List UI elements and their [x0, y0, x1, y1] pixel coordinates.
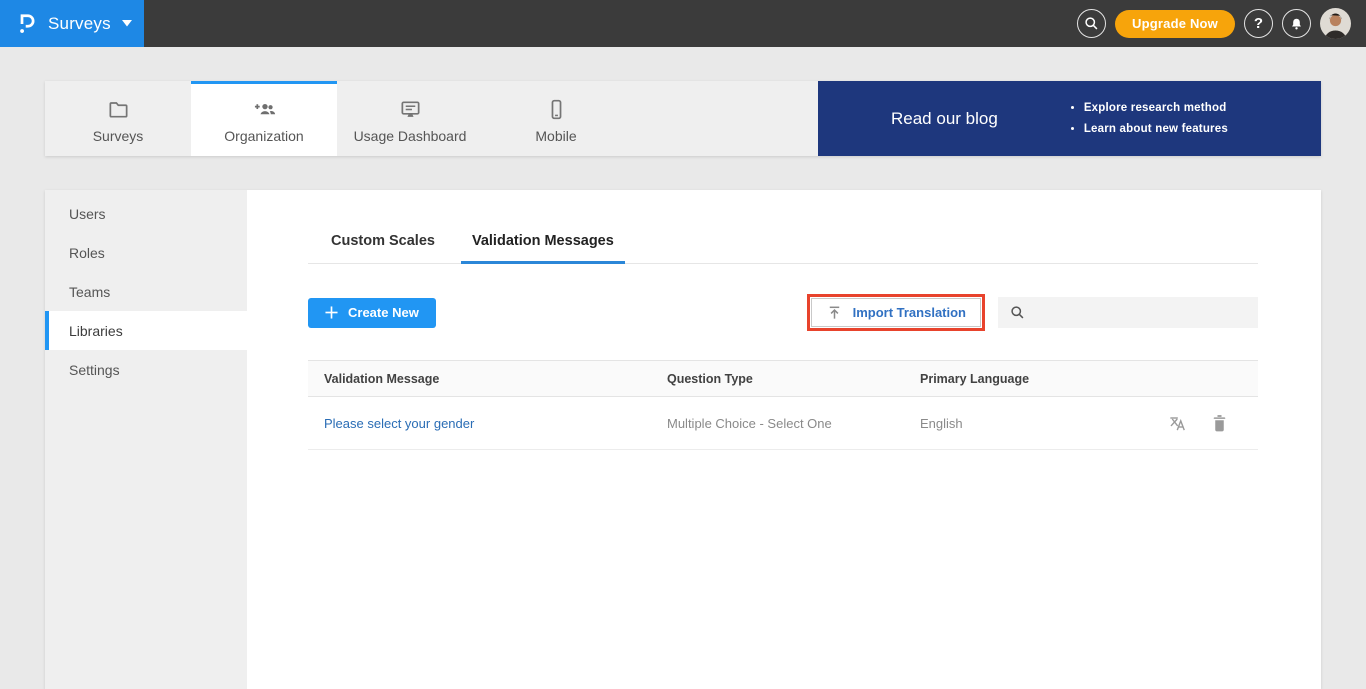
libraries-content: Custom Scales Validation Messages Create…	[247, 190, 1321, 689]
chevron-down-icon	[122, 20, 132, 27]
primary-nav-tabs: Surveys Organization	[45, 81, 818, 156]
import-translation-button[interactable]: Import Translation	[811, 298, 981, 327]
toolbar: Create New Import Translation	[308, 294, 1258, 331]
organization-panel: Users Roles Teams Libraries Settings Cus…	[45, 190, 1321, 689]
blog-banner-title: Read our blog	[891, 109, 998, 129]
sidebar-item-libraries[interactable]: Libraries	[45, 311, 247, 350]
sidebar-item-label: Settings	[69, 362, 120, 378]
questionpro-logo-icon	[17, 12, 37, 35]
sidebar-item-users[interactable]: Users	[45, 194, 247, 233]
header-validation-message: Validation Message	[308, 372, 667, 386]
app-logo-menu[interactable]: Surveys	[0, 0, 144, 47]
tab-validation-messages[interactable]: Validation Messages	[461, 233, 625, 264]
nav-tab-label: Surveys	[93, 128, 144, 144]
dashboard-icon	[399, 97, 422, 121]
sidebar-item-teams[interactable]: Teams	[45, 272, 247, 311]
search-icon	[1084, 16, 1099, 31]
tab-custom-scales[interactable]: Custom Scales	[320, 233, 446, 264]
sidebar-item-label: Users	[69, 206, 106, 222]
table-header-row: Validation Message Question Type Primary…	[308, 360, 1258, 397]
org-sidebar: Users Roles Teams Libraries Settings	[45, 190, 247, 689]
nav-tab-organization[interactable]: Organization	[191, 81, 337, 156]
blog-bullet: Explore research method	[1084, 98, 1228, 119]
group-add-icon	[252, 97, 277, 121]
upgrade-now-button[interactable]: Upgrade Now	[1115, 10, 1235, 38]
sidebar-item-label: Teams	[69, 284, 110, 300]
blog-banner[interactable]: Read our blog Explore research method Le…	[818, 81, 1321, 156]
help-button[interactable]: ?	[1244, 9, 1273, 38]
row-actions	[1120, 413, 1258, 433]
nav-tab-label: Mobile	[535, 128, 576, 144]
table-row: Please select your gender Multiple Choic…	[308, 397, 1258, 450]
nav-tab-surveys[interactable]: Surveys	[45, 81, 191, 156]
header-question-type: Question Type	[667, 372, 920, 386]
nav-tab-usage-dashboard[interactable]: Usage Dashboard	[337, 81, 483, 156]
blog-banner-bullets: Explore research method Learn about new …	[1070, 98, 1228, 140]
table-search[interactable]	[998, 297, 1258, 328]
upload-icon	[826, 304, 843, 321]
create-new-button[interactable]: Create New	[308, 298, 436, 328]
bell-icon	[1289, 16, 1304, 32]
nav-tab-label: Organization	[224, 128, 303, 144]
user-avatar[interactable]	[1320, 8, 1351, 39]
create-new-label: Create New	[348, 305, 419, 320]
top-bar: Surveys Upgrade Now ?	[0, 0, 1366, 47]
sidebar-item-label: Libraries	[69, 323, 123, 339]
sidebar-item-roles[interactable]: Roles	[45, 233, 247, 272]
plus-icon	[325, 306, 338, 319]
header-primary-language: Primary Language	[920, 372, 1120, 386]
question-mark-icon: ?	[1254, 15, 1263, 32]
search-button[interactable]	[1077, 9, 1106, 38]
primary-language-cell: English	[920, 416, 1120, 431]
delete-icon[interactable]	[1211, 414, 1228, 433]
search-input[interactable]	[1033, 297, 1258, 328]
annotation-highlight-box: Import Translation	[807, 294, 985, 331]
content-tabs: Custom Scales Validation Messages	[308, 233, 1258, 264]
validation-messages-table: Validation Message Question Type Primary…	[308, 360, 1258, 450]
import-translation-label: Import Translation	[853, 305, 966, 320]
blog-bullet: Learn about new features	[1084, 119, 1228, 140]
nav-tab-mobile[interactable]: Mobile	[483, 81, 629, 156]
question-type-cell: Multiple Choice - Select One	[667, 416, 920, 431]
topbar-actions: Upgrade Now ?	[1077, 8, 1366, 39]
search-icon	[1010, 305, 1025, 320]
validation-message-link[interactable]: Please select your gender	[324, 416, 474, 431]
mobile-icon	[545, 97, 568, 121]
sidebar-item-settings[interactable]: Settings	[45, 350, 247, 389]
notifications-button[interactable]	[1282, 9, 1311, 38]
product-switcher-label: Surveys	[48, 14, 111, 34]
primary-nav: Surveys Organization	[45, 81, 1321, 156]
nav-tab-label: Usage Dashboard	[354, 128, 467, 144]
translate-icon[interactable]	[1167, 413, 1187, 433]
folder-icon	[107, 97, 130, 121]
sidebar-item-label: Roles	[69, 245, 105, 261]
toolbar-right: Import Translation	[807, 294, 1258, 331]
